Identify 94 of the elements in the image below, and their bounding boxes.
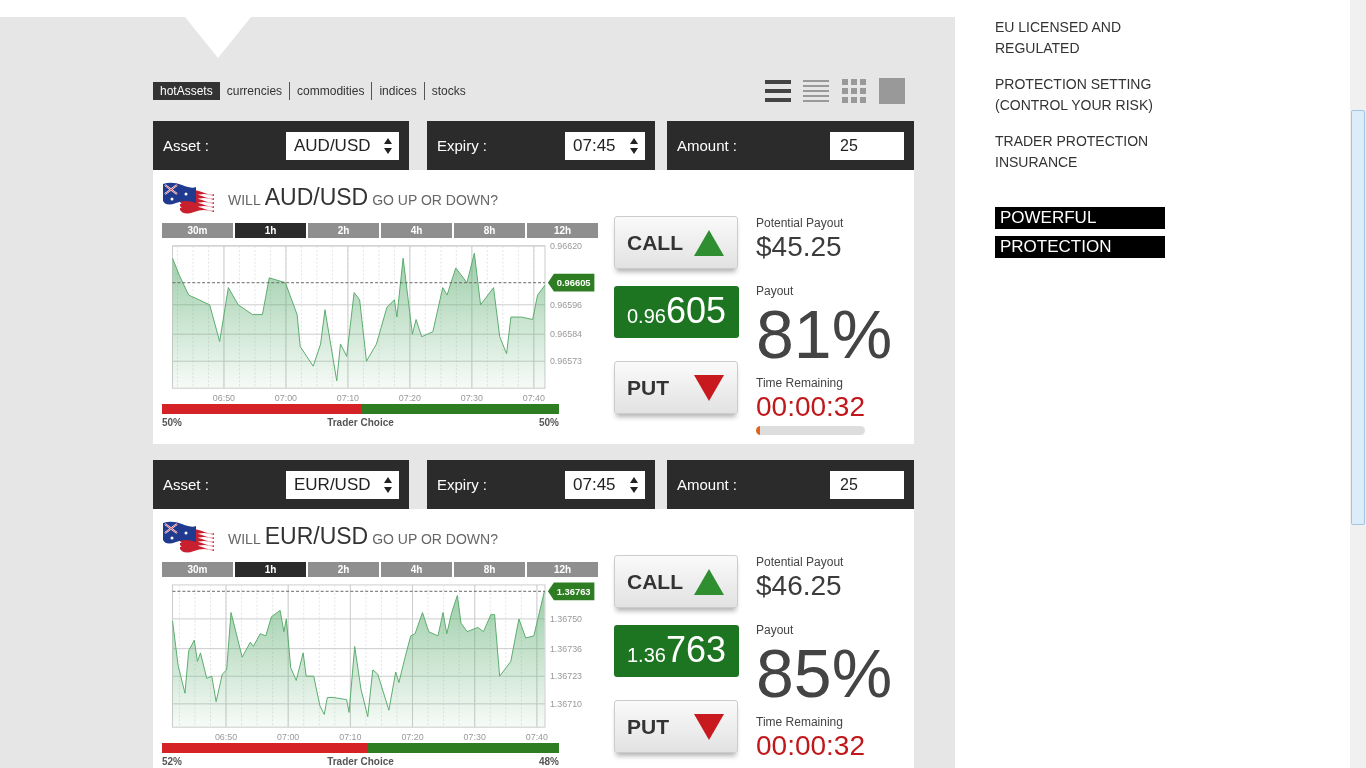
category-tab[interactable]: indices — [371, 82, 424, 100]
question-text: GO UP OR DOWN? — [372, 531, 498, 547]
promo-label: POWERFUL — [995, 207, 1165, 229]
expiry-select[interactable]: 07:45 — [565, 470, 645, 499]
time-remaining-value: 00:00:32 — [756, 390, 866, 424]
promo-label: PROTECTION — [995, 236, 1165, 258]
down-triangle-icon — [693, 712, 725, 741]
question-text: WILL — [228, 531, 261, 547]
x-tick-label: 06:50 — [212, 393, 236, 404]
current-price: 0.96605 — [614, 286, 739, 338]
y-tick-label: 1.36710 — [549, 698, 582, 709]
sidebar-link[interactable]: TRADER PROTECTION INSURANCE — [995, 131, 1155, 173]
call-button[interactable]: CALL — [614, 216, 738, 269]
put-share: 52% — [162, 756, 182, 767]
put-share: 50% — [162, 417, 182, 428]
payout-label: Payout — [756, 623, 795, 637]
expiry-select[interactable]: 07:45 — [565, 131, 645, 160]
amount-label: Amount : — [677, 476, 738, 493]
potential-payout-value: $45.25 — [756, 230, 843, 264]
asset-title: AUD/USD — [264, 184, 369, 211]
x-tick-label: 07:20 — [398, 393, 421, 404]
x-tick-label: 07:10 — [336, 393, 359, 404]
list-view-icon[interactable] — [765, 78, 791, 104]
y-tick-label: 0.96620 — [549, 240, 582, 251]
payout-label: Payout — [756, 284, 795, 298]
spinner-icon — [629, 136, 639, 155]
compact-list-icon[interactable] — [803, 78, 829, 104]
y-tick-label: 1.36736 — [549, 643, 582, 654]
x-tick-label: 07:40 — [525, 732, 548, 743]
down-triangle-icon — [693, 373, 725, 402]
time-remaining-label: Time Remaining — [756, 376, 844, 390]
flags-icon — [162, 180, 214, 215]
spinner-icon — [383, 475, 393, 494]
x-tick-label: 07:40 — [522, 393, 545, 404]
trader-choice-label: Trader Choice — [327, 756, 394, 767]
put-button[interactable]: PUT — [614, 700, 738, 753]
expiry-label: Expiry : — [437, 137, 487, 154]
up-triangle-icon — [693, 228, 725, 257]
payout-value: 85% — [756, 637, 894, 709]
call-button[interactable]: CALL — [614, 555, 738, 608]
x-tick-label: 07:30 — [463, 732, 486, 743]
x-tick-label: 07:30 — [460, 393, 483, 404]
question-text: WILL — [228, 192, 261, 208]
question-text: GO UP OR DOWN? — [372, 192, 498, 208]
y-tick-label: 0.96584 — [549, 329, 582, 340]
x-tick-label: 06:50 — [214, 732, 238, 743]
x-tick-label: 07:00 — [274, 393, 298, 404]
y-tick-label: 1.36723 — [549, 671, 582, 682]
up-triangle-icon — [693, 567, 725, 596]
amount-field[interactable]: 25 — [830, 470, 904, 499]
call-share: 50% — [538, 417, 559, 428]
tile-view-icon[interactable] — [879, 78, 905, 104]
scrollbar[interactable] — [1350, 0, 1366, 768]
category-tab[interactable]: hotAssets — [153, 82, 220, 100]
y-tick-label: 0.96596 — [549, 299, 582, 310]
price-tag-label: 0.96605 — [556, 278, 591, 289]
y-tick-label: 1.36750 — [549, 613, 582, 624]
y-tick-label: 0.96573 — [549, 356, 582, 367]
amount-label: Amount : — [677, 137, 738, 154]
asset-label: Asset : — [163, 137, 209, 154]
x-tick-label: 07:10 — [339, 732, 362, 743]
timeframe-tab[interactable]: 1h — [235, 562, 306, 577]
potential-payout-label: Potential Payout — [756, 216, 845, 230]
time-remaining-label: Time Remaining — [756, 715, 844, 729]
call-share: 48% — [538, 756, 559, 767]
asset-label: Asset : — [163, 476, 209, 493]
expiry-label: Expiry : — [437, 476, 487, 493]
asset-title: EUR/USD — [264, 523, 369, 550]
price-tag — [547, 273, 595, 292]
payout-value: 81% — [756, 298, 894, 370]
timeframe-tab[interactable]: 1h — [235, 223, 306, 238]
flags-icon — [162, 519, 214, 554]
time-remaining-value: 00:00:32 — [756, 729, 866, 763]
potential-payout-value: $46.25 — [756, 569, 843, 603]
x-tick-label: 07:20 — [401, 732, 424, 743]
asset-select[interactable]: AUD/USD — [286, 131, 399, 160]
sidebar-link[interactable]: EU LICENSED AND REGULATED — [995, 17, 1155, 59]
asset-select[interactable]: EUR/USD — [286, 470, 399, 499]
put-button[interactable]: PUT — [614, 361, 738, 414]
price-tag — [547, 582, 595, 601]
amount-field[interactable]: 25 — [830, 131, 904, 160]
sidebar-link[interactable]: PROTECTION SETTING (CONTROL YOUR RISK) — [995, 74, 1155, 116]
grid-view-icon[interactable] — [841, 78, 867, 104]
trader-choice-label: Trader Choice — [327, 417, 394, 428]
scrollbar-thumb[interactable] — [1351, 110, 1365, 525]
x-tick-label: 07:00 — [277, 732, 300, 743]
category-tab[interactable]: stocks — [423, 82, 473, 100]
potential-payout-label: Potential Payout — [756, 555, 845, 569]
category-tab[interactable]: commodities — [289, 82, 372, 100]
spinner-icon — [629, 475, 639, 494]
price-tag-label: 1.36763 — [556, 586, 591, 597]
spinner-icon — [383, 136, 393, 155]
current-price: 1.36763 — [614, 625, 739, 677]
category-tab[interactable]: currencies — [219, 82, 290, 100]
